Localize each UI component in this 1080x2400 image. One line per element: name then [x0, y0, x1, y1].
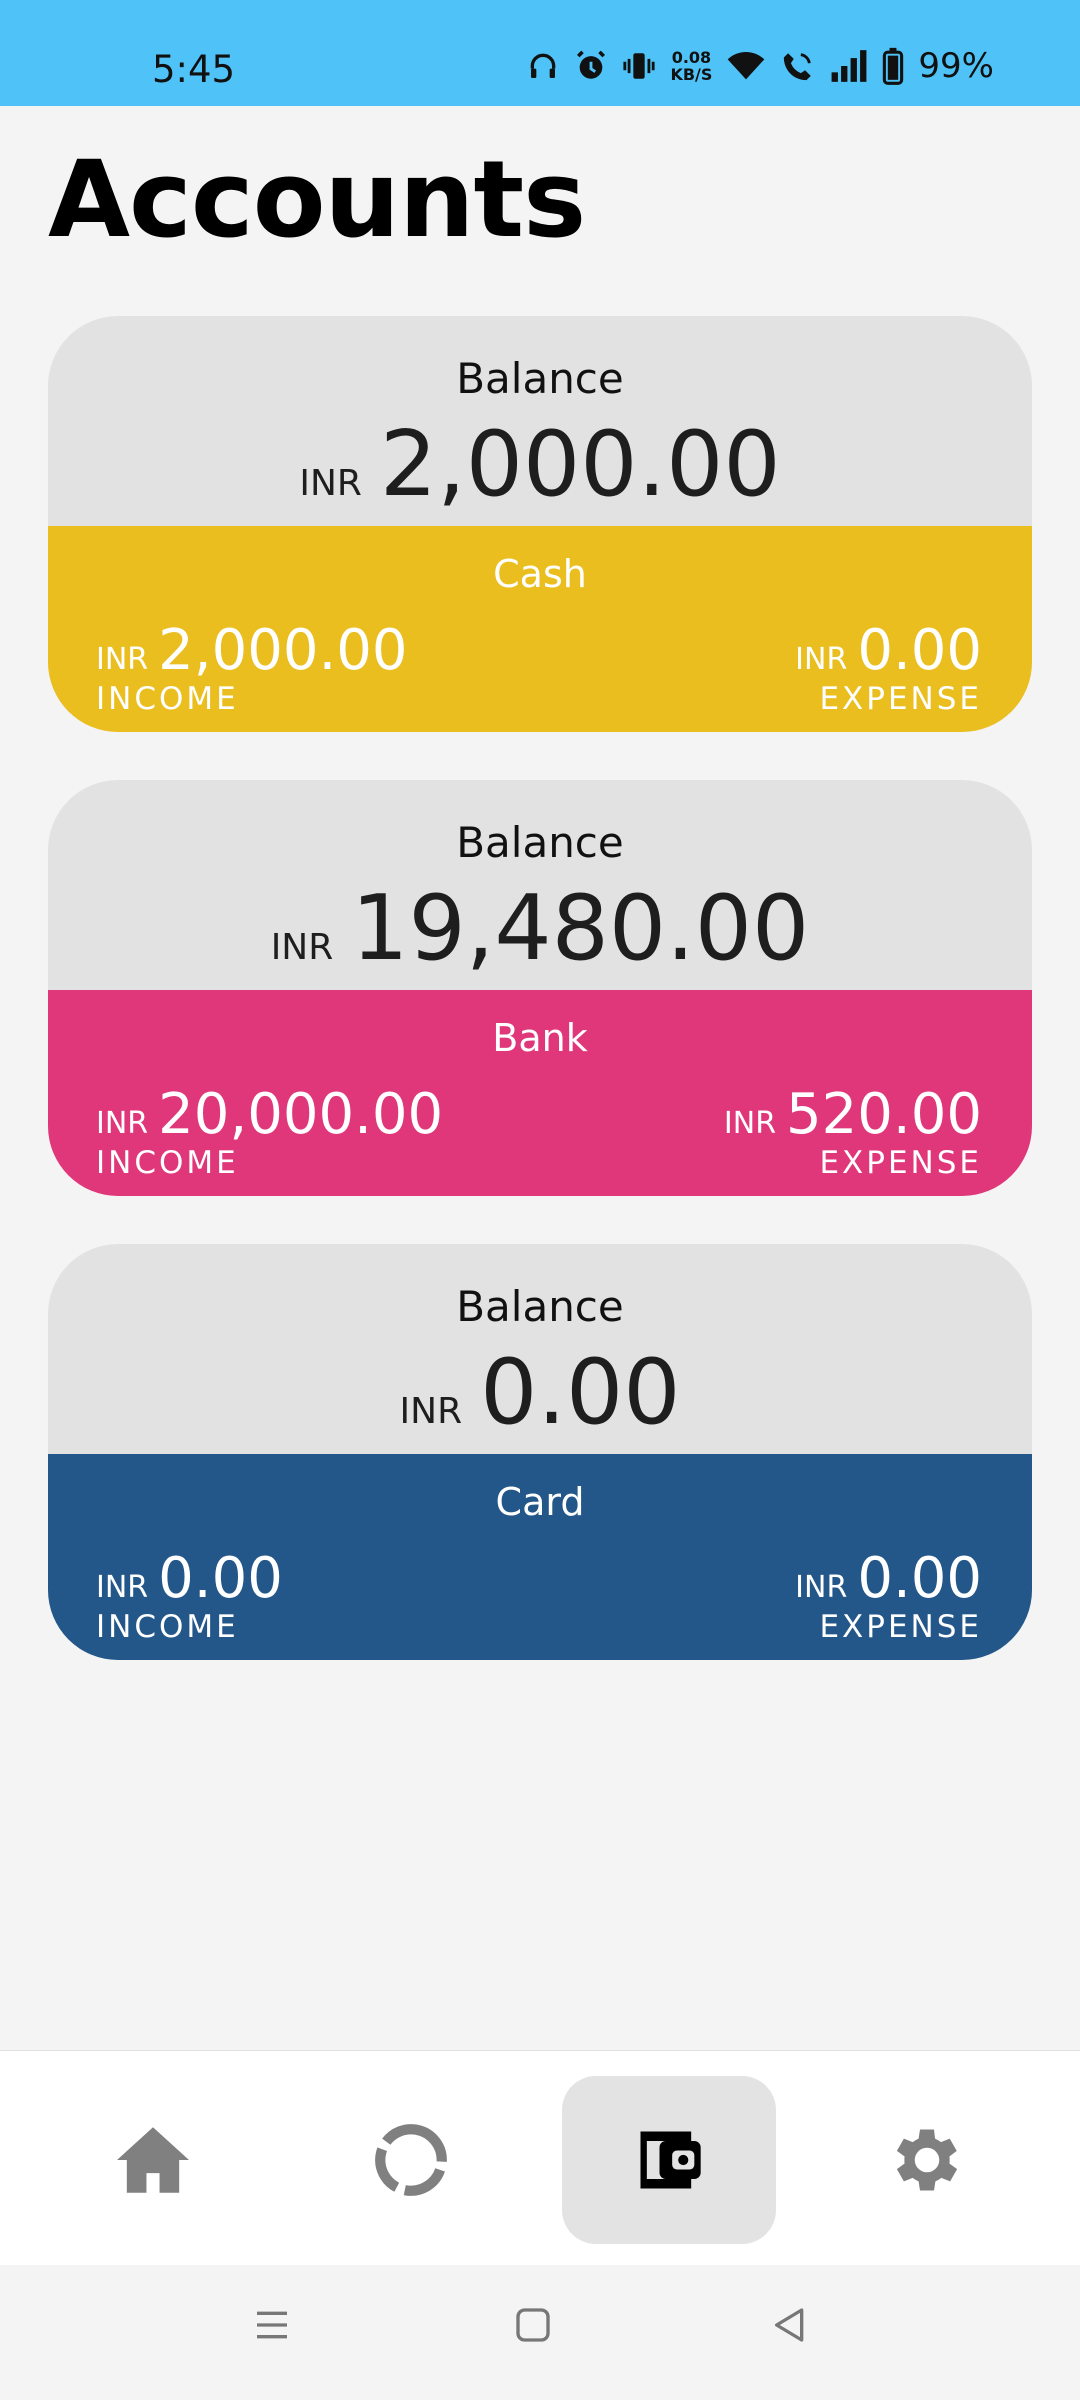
signal-icon: [832, 50, 867, 82]
expense-currency: INR: [795, 1570, 848, 1605]
account-card-card[interactable]: Balance INR 0.00 Card INR 0.00 INCOME INR 0…: [48, 1244, 1032, 1660]
nav-loading[interactable]: [304, 2076, 518, 2244]
expense-currency: INR: [723, 1106, 777, 1141]
expense-amount: 520.00: [786, 1082, 982, 1147]
income-stat: INR 20,000.00 INCOME: [96, 1082, 443, 1181]
expense-stat: INR 0.00 EXPENSE: [795, 618, 982, 717]
headphones-icon: [531, 53, 556, 78]
expense-label: EXPENSE: [819, 1145, 982, 1181]
balance-label: Balance: [456, 1282, 624, 1331]
balance-currency: INR: [399, 1391, 463, 1432]
balance-section: Balance INR 2,000.00: [48, 316, 1032, 526]
balance-label: Balance: [456, 818, 624, 867]
balance-value: INR 0.00: [48, 1340, 1032, 1445]
loading-ring-icon: [375, 2124, 447, 2196]
balance-value: INR 19,480.00: [48, 876, 1032, 981]
status-icons: 0.08 KB/S 99%: [526, 46, 994, 86]
income-label: INCOME: [96, 1145, 239, 1181]
net-speed-unit: KB/S: [670, 65, 713, 84]
home-square-icon: [516, 2308, 550, 2342]
income-currency: INR: [96, 1106, 149, 1141]
account-name: Cash: [493, 552, 587, 596]
page-title: Accounts: [48, 138, 586, 261]
income-amount: 20,000.00: [158, 1082, 444, 1147]
balance-amount: 2,000.00: [379, 412, 781, 517]
balance-section: Balance INR 19,480.00: [48, 780, 1032, 990]
system-menu-button[interactable]: [252, 2305, 292, 2345]
balance-amount: 19,480.00: [351, 876, 810, 981]
system-home-button[interactable]: [513, 2305, 553, 2345]
account-name: Card: [495, 1480, 585, 1524]
account-summary: Card INR 0.00 INCOME INR 0.00 EXPENSE: [48, 1454, 1032, 1660]
expense-currency: INR: [795, 642, 848, 677]
expense-amount: 0.00: [857, 618, 982, 683]
nav-home[interactable]: [46, 2076, 260, 2244]
income-stat: INR 0.00 INCOME: [96, 1546, 283, 1645]
menu-icon: [257, 2311, 287, 2339]
battery-icon: [883, 47, 904, 85]
status-time: 5:45: [152, 48, 236, 91]
wifi-call-icon: [784, 53, 812, 81]
wallet-icon: [640, 2131, 701, 2189]
nav-settings[interactable]: [820, 2076, 1034, 2244]
net-speed: 0.08 KB/S: [670, 49, 712, 83]
account-card-cash[interactable]: Balance INR 2,000.00 Cash INR 2,000.00 INC…: [48, 316, 1032, 732]
home-icon: [117, 2127, 189, 2193]
balance-currency: INR: [270, 927, 334, 968]
income-label: INCOME: [96, 1609, 239, 1645]
account-card-bank[interactable]: Balance INR 19,480.00 Bank INR 20,000.00 I…: [48, 780, 1032, 1196]
system-back-button[interactable]: [770, 2305, 810, 2345]
net-speed-value: 0.08: [671, 48, 712, 67]
account-summary: Bank INR 20,000.00 INCOME INR 520.00 EXPEN…: [48, 990, 1032, 1196]
expense-stat: INR 520.00 EXPENSE: [724, 1082, 982, 1181]
income-amount: 0.00: [158, 1546, 283, 1611]
wifi-icon: [728, 52, 765, 80]
account-name: Bank: [492, 1016, 588, 1060]
bottom-nav: [0, 2050, 1080, 2266]
system-nav: [0, 2265, 1080, 2400]
expense-label: EXPENSE: [819, 681, 982, 717]
battery-percentage: 99%: [918, 46, 994, 86]
balance-label: Balance: [456, 354, 624, 403]
status-bar: 5:45 0.08 KB/S 99%: [0, 0, 1080, 106]
income-currency: INR: [96, 642, 149, 677]
balance-amount: 0.00: [480, 1340, 681, 1445]
balance-value: INR 2,000.00: [48, 412, 1032, 517]
expense-stat: INR 0.00 EXPENSE: [795, 1546, 982, 1645]
income-stat: INR 2,000.00 INCOME: [96, 618, 408, 717]
alarm-icon: [577, 50, 606, 79]
income-currency: INR: [96, 1570, 149, 1605]
income-amount: 2,000.00: [158, 618, 408, 683]
balance-section: Balance INR 0.00: [48, 1244, 1032, 1454]
account-summary: Cash INR 2,000.00 INCOME INR 0.00 EXPENSE: [48, 526, 1032, 732]
expense-label: EXPENSE: [819, 1609, 982, 1645]
gear-icon: [896, 2129, 958, 2191]
nav-wallet[interactable]: [562, 2076, 776, 2244]
income-label: INCOME: [96, 681, 239, 717]
balance-currency: INR: [299, 463, 362, 504]
back-icon: [775, 2308, 804, 2342]
expense-amount: 0.00: [857, 1546, 982, 1611]
vibrate-icon: [623, 53, 656, 79]
